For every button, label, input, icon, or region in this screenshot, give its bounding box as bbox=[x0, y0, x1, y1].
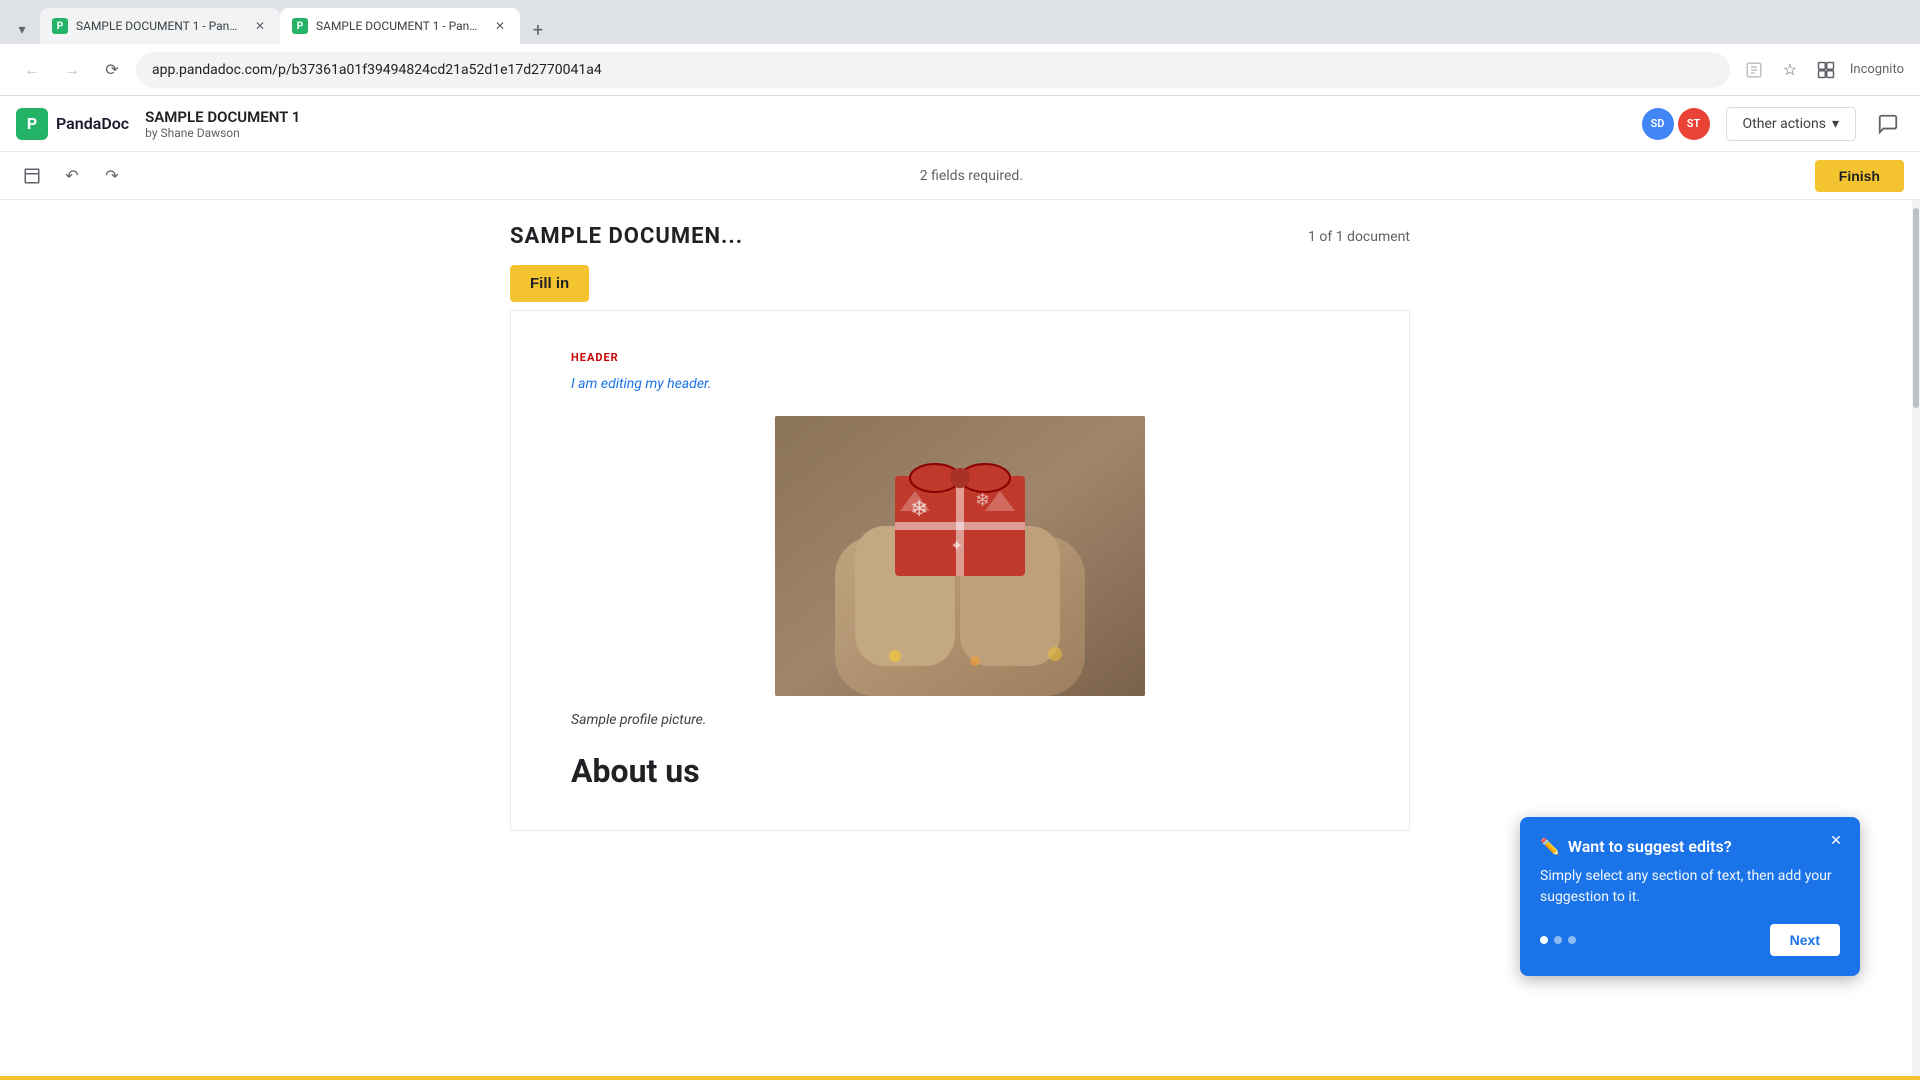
tab2-title: SAMPLE DOCUMENT 1 - Panda... bbox=[316, 19, 484, 33]
suggest-close-button[interactable]: ✕ bbox=[1824, 829, 1848, 853]
document-card: HEADER I am editing my header. bbox=[510, 310, 1410, 831]
avatar-st: ST bbox=[1678, 108, 1710, 140]
tab1-title: SAMPLE DOCUMENT 1 - Panda... bbox=[76, 19, 244, 33]
forward-button[interactable]: → bbox=[56, 54, 88, 86]
avatar-group: SD ST bbox=[1642, 108, 1710, 140]
header-section-label: HEADER bbox=[571, 351, 1349, 364]
document-count: 1 of 1 document bbox=[1308, 229, 1410, 245]
pencil-icon: ✏️ bbox=[1540, 837, 1560, 856]
finish-button[interactable]: Finish bbox=[1815, 160, 1904, 192]
about-heading: About us bbox=[571, 752, 1349, 790]
back-button[interactable]: ← bbox=[16, 54, 48, 86]
dot-3 bbox=[1568, 936, 1576, 944]
tab-dropdown[interactable]: ▾ bbox=[8, 16, 36, 44]
avatar-sd: SD bbox=[1642, 108, 1674, 140]
logo-icon: P bbox=[16, 108, 48, 140]
suggest-edits-popup: ✕ ✏️ Want to suggest edits? Simply selec… bbox=[1520, 817, 1860, 976]
suggest-title: ✏️ Want to suggest edits? bbox=[1540, 837, 1840, 856]
tab2-favicon: P bbox=[292, 18, 308, 34]
tab1-close[interactable]: ✕ bbox=[252, 18, 268, 34]
undo-button[interactable]: ↶ bbox=[56, 160, 88, 192]
svg-text:✦: ✦ bbox=[950, 536, 963, 555]
doc-title: SAMPLE DOCUMENT 1 bbox=[145, 108, 300, 126]
bottom-accent-bar bbox=[0, 1076, 1920, 1080]
fill-in-button[interactable]: Fill in bbox=[510, 265, 589, 302]
doc-info: SAMPLE DOCUMENT 1 by Shane Dawson bbox=[145, 108, 300, 140]
new-tab-button[interactable]: + bbox=[524, 16, 552, 44]
browser-tab-1[interactable]: P SAMPLE DOCUMENT 1 - Panda... ✕ bbox=[40, 8, 280, 44]
logo-text: PandaDoc bbox=[56, 114, 129, 133]
profile-icon[interactable] bbox=[1810, 54, 1842, 86]
other-actions-label: Other actions bbox=[1743, 116, 1826, 132]
reader-mode-icon[interactable] bbox=[1738, 54, 1770, 86]
document-view-icon[interactable] bbox=[16, 160, 48, 192]
dot-2 bbox=[1554, 936, 1562, 944]
pandadoc-logo[interactable]: P PandaDoc bbox=[16, 108, 129, 140]
incognito-label: Incognito bbox=[1850, 62, 1904, 77]
chevron-down-icon: ▾ bbox=[1832, 116, 1839, 132]
bookmark-icon[interactable]: ☆ bbox=[1774, 54, 1806, 86]
tab1-favicon: P bbox=[52, 18, 68, 34]
scrollbar-thumb[interactable] bbox=[1913, 208, 1919, 408]
document-main-title: SAMPLE DOCUMEN... bbox=[510, 224, 743, 249]
image-caption: Sample profile picture. bbox=[571, 712, 1349, 728]
scrollbar[interactable] bbox=[1912, 200, 1920, 1076]
header-text: I am editing my header. bbox=[571, 376, 1349, 392]
dot-1 bbox=[1540, 936, 1548, 944]
suggest-body: Simply select any section of text, then … bbox=[1540, 866, 1840, 908]
refresh-button[interactable]: ⟳ bbox=[96, 54, 128, 86]
tab2-close[interactable]: ✕ bbox=[492, 18, 508, 34]
chat-icon[interactable] bbox=[1872, 108, 1904, 140]
pagination-dots bbox=[1540, 936, 1576, 944]
doc-author: by Shane Dawson bbox=[145, 126, 300, 140]
browser-tab-2[interactable]: P SAMPLE DOCUMENT 1 - Panda... ✕ bbox=[280, 8, 520, 44]
address-bar-input[interactable]: app.pandadoc.com/p/b37361a01f39494824cd2… bbox=[136, 52, 1730, 88]
redo-button[interactable]: ↷ bbox=[96, 160, 128, 192]
next-button[interactable]: Next bbox=[1770, 924, 1840, 956]
address-url: app.pandadoc.com/p/b37361a01f39494824cd2… bbox=[152, 62, 602, 78]
profile-image: ❄ ✦ ❄ bbox=[775, 416, 1145, 696]
fields-required-text: 2 fields required. bbox=[136, 168, 1807, 184]
other-actions-button[interactable]: Other actions ▾ bbox=[1726, 107, 1856, 141]
